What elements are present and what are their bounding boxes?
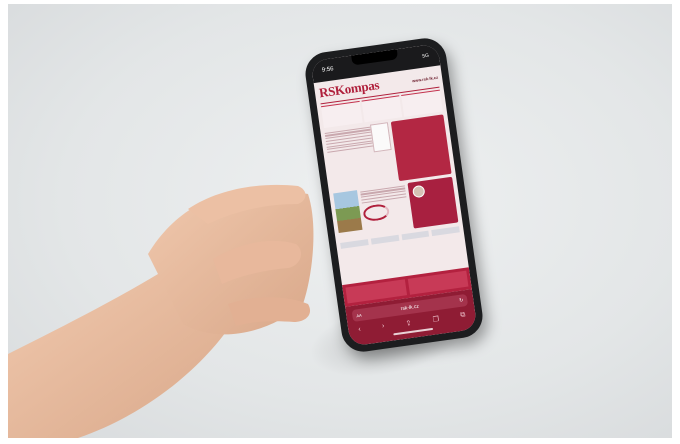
forward-icon[interactable]: › (382, 323, 385, 331)
clock: 9:56 (321, 66, 335, 74)
partner-logo (431, 226, 460, 237)
text-size-button[interactable]: AA (356, 312, 362, 318)
table-thumbnail (369, 122, 392, 153)
partner-logo (401, 230, 430, 241)
main-article[interactable] (324, 122, 396, 190)
article-teaser[interactable] (401, 89, 443, 117)
web-page: RSKompas www.rsk-lk.cz (314, 65, 465, 252)
article-teaser[interactable] (320, 100, 363, 129)
eu-logo (340, 239, 369, 249)
feature-card[interactable] (390, 114, 452, 182)
address-url: rsk-lk.cz (400, 303, 420, 313)
reload-icon[interactable]: ↻ (459, 297, 464, 304)
landscape-photo (333, 190, 363, 234)
bookmarks-icon[interactable]: ❐ (432, 315, 439, 324)
signal-indicator: 5G (421, 52, 430, 60)
site-logo[interactable]: RSKompas (318, 77, 380, 101)
article-teaser[interactable] (361, 95, 403, 123)
home-indicator (393, 327, 434, 336)
tabs-icon[interactable]: ⧉ (460, 311, 466, 320)
back-icon[interactable]: ‹ (358, 326, 361, 334)
article-text-block[interactable] (360, 183, 411, 235)
donut-chart-thumbnail (362, 202, 391, 223)
share-icon[interactable]: ⇪ (405, 319, 412, 328)
partner-logo (370, 234, 399, 245)
photo-scene: 9:56 5G RSKompas www.rsk-lk.cz AA rsk-lk… (8, 4, 672, 438)
avatar (411, 184, 426, 199)
header-url[interactable]: www.rsk-lk.cz (412, 74, 439, 83)
profile-card[interactable] (407, 176, 459, 229)
